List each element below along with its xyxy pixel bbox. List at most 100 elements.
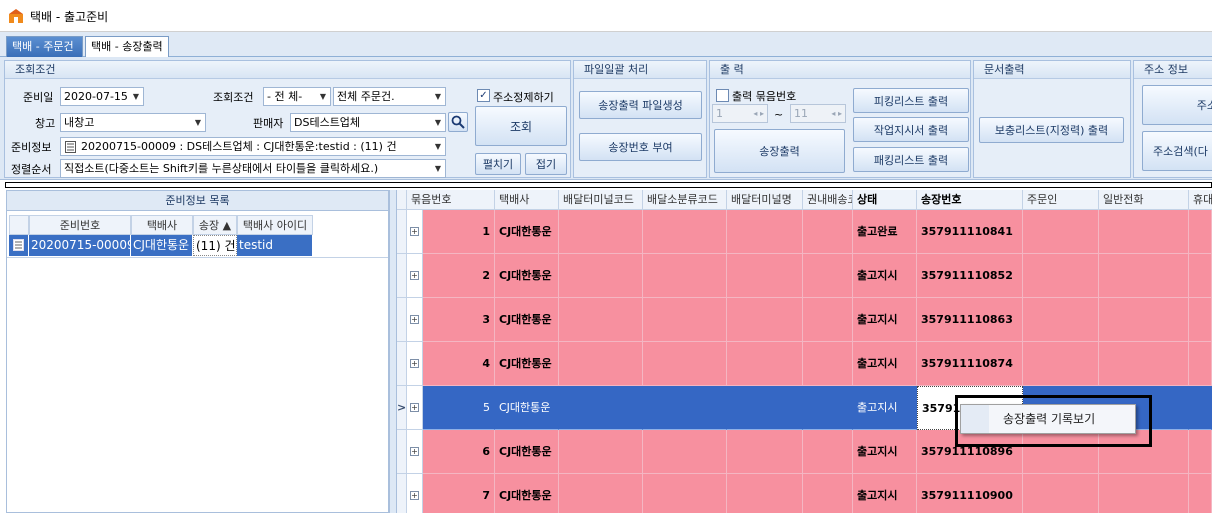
cell-mobile[interactable] bbox=[1189, 254, 1212, 298]
cell-bundle[interactable]: 2 bbox=[423, 254, 495, 298]
cell-subclass-code[interactable] bbox=[643, 254, 727, 298]
cell-area-code[interactable] bbox=[803, 210, 853, 254]
cell-subclass-code[interactable] bbox=[643, 210, 727, 254]
cell-orderer[interactable] bbox=[1023, 298, 1099, 342]
expand-row-button[interactable]: + bbox=[407, 210, 423, 254]
collapse-button[interactable]: 접기 bbox=[525, 153, 567, 175]
current-row-indicator[interactable]: > bbox=[397, 386, 407, 430]
range-from-input[interactable]: 1 ◂ ▸ bbox=[712, 104, 768, 123]
bundle-checkbox[interactable] bbox=[716, 89, 729, 102]
cell-bundle[interactable]: 1 bbox=[423, 210, 495, 254]
cell-invoice[interactable]: 357911110841 bbox=[917, 210, 1023, 254]
column-count[interactable]: 송장 ▲ bbox=[193, 215, 237, 235]
address-search-button[interactable]: 주소검색(다 bbox=[1142, 131, 1212, 171]
cell-courier[interactable]: CJ대한통운 bbox=[495, 254, 559, 298]
cell-area-code[interactable] bbox=[803, 254, 853, 298]
assign-invoice-button[interactable]: 송장번호 부여 bbox=[579, 133, 702, 161]
cell-bundle[interactable]: 3 bbox=[423, 298, 495, 342]
cell-area-code[interactable] bbox=[803, 430, 853, 474]
cell-status[interactable]: 출고완료 bbox=[853, 210, 917, 254]
row-indicator[interactable] bbox=[397, 254, 407, 298]
column-invoice-no[interactable]: 송장번호 bbox=[917, 190, 1023, 210]
cell-courier[interactable]: CJ대한통운 bbox=[495, 298, 559, 342]
table-row[interactable]: + 1 CJ대한통운 출고완료 357911110841 bbox=[397, 210, 1212, 254]
column-terminal-name[interactable]: 배달터미널명 bbox=[727, 190, 803, 210]
column-courier-id[interactable]: 택배사 아이디 bbox=[237, 215, 313, 235]
column-mobile[interactable]: 휴대 bbox=[1189, 190, 1212, 210]
expand-row-button[interactable]: + bbox=[407, 342, 423, 386]
cell-terminal-name[interactable] bbox=[727, 430, 803, 474]
table-row[interactable]: + 2 CJ대한통운 출고지시 357911110852 bbox=[397, 254, 1212, 298]
cell-terminal-name[interactable] bbox=[727, 342, 803, 386]
cell-orderer[interactable] bbox=[1023, 474, 1099, 513]
column-terminal-code[interactable]: 배달터미널코드 bbox=[559, 190, 643, 210]
table-row[interactable]: + 4 CJ대한통운 출고지시 357911110874 bbox=[397, 342, 1212, 386]
cell-status[interactable]: 출고지시 bbox=[853, 342, 917, 386]
cell-bundle[interactable]: 5 bbox=[423, 386, 495, 430]
row-indicator[interactable] bbox=[9, 235, 29, 256]
expand-row-button[interactable]: + bbox=[407, 298, 423, 342]
cell-status[interactable]: 출고지시 bbox=[853, 474, 917, 513]
work-order-button[interactable]: 작업지시서 출력 bbox=[853, 117, 969, 142]
row-indicator[interactable] bbox=[397, 342, 407, 386]
cell-status[interactable]: 출고지시 bbox=[853, 430, 917, 474]
condition-select[interactable]: - 전 체- ▼ bbox=[263, 87, 331, 106]
generate-file-button[interactable]: 송장출력 파일생성 bbox=[579, 91, 702, 119]
cell-courier[interactable]: CJ대한통운 bbox=[131, 235, 193, 256]
cell-terminal-code[interactable] bbox=[559, 254, 643, 298]
range-to-input[interactable]: 11 ◂ ▸ bbox=[790, 104, 846, 123]
table-row[interactable]: + 3 CJ대한통운 출고지시 357911110863 bbox=[397, 298, 1212, 342]
cell-status[interactable]: 출고지시 bbox=[853, 254, 917, 298]
cell-terminal-name[interactable] bbox=[727, 386, 803, 430]
column-bundle-no[interactable]: 묶음번호 bbox=[407, 190, 495, 210]
cell-terminal-name[interactable] bbox=[727, 474, 803, 513]
cell-phone[interactable] bbox=[1099, 342, 1189, 386]
address-button[interactable]: 주소 bbox=[1142, 85, 1212, 125]
cell-terminal-name[interactable] bbox=[727, 298, 803, 342]
cell-prep-no[interactable]: 20200715-00009 bbox=[29, 235, 131, 256]
cell-area-code[interactable] bbox=[803, 386, 853, 430]
column-subclass-code[interactable]: 배달소분류코드 bbox=[643, 190, 727, 210]
column-courier[interactable]: 택배사 bbox=[131, 215, 193, 235]
cell-terminal-code[interactable] bbox=[559, 342, 643, 386]
cell-invoice[interactable]: 357911110900 bbox=[917, 474, 1023, 513]
cell-orderer[interactable] bbox=[1023, 210, 1099, 254]
cell-phone[interactable] bbox=[1099, 474, 1189, 513]
search-button[interactable]: 조회 bbox=[475, 106, 567, 146]
cell-courier-id[interactable]: testid bbox=[237, 235, 313, 256]
print-invoice-button[interactable]: 송장출력 bbox=[714, 129, 845, 173]
cell-terminal-code[interactable] bbox=[559, 298, 643, 342]
column-area-code[interactable]: 권내배송코드 bbox=[803, 190, 853, 210]
expand-row-button[interactable]: + bbox=[407, 386, 423, 430]
cell-mobile[interactable] bbox=[1189, 342, 1212, 386]
panel-splitter[interactable] bbox=[389, 190, 397, 513]
context-menu-item-invoice-history[interactable]: 송장출력 기록보기 bbox=[989, 405, 1135, 433]
expand-row-button[interactable]: + bbox=[407, 474, 423, 513]
cell-status[interactable]: 출고지시 bbox=[853, 386, 917, 430]
sort-select[interactable]: 직접소트(다중소트는 Shift키를 누른상태에서 타이틀을 클릭하세요.) ▼ bbox=[60, 159, 446, 178]
row-indicator[interactable] bbox=[397, 430, 407, 474]
cell-terminal-code[interactable] bbox=[559, 210, 643, 254]
info-select[interactable]: 20200715-00009 : DS테스트업체 : CJ대한통운:testid… bbox=[60, 137, 446, 156]
cell-mobile[interactable] bbox=[1189, 298, 1212, 342]
cell-status[interactable]: 출고지시 bbox=[853, 298, 917, 342]
address-clean-checkbox[interactable]: ✓ bbox=[477, 89, 490, 102]
expand-row-button[interactable]: + bbox=[407, 254, 423, 298]
cell-terminal-name[interactable] bbox=[727, 210, 803, 254]
cell-mobile[interactable] bbox=[1189, 386, 1212, 430]
supplement-list-button[interactable]: 보충리스트(지정력) 출력 bbox=[979, 117, 1124, 143]
picking-list-button[interactable]: 피킹리스트 출력 bbox=[853, 88, 969, 113]
cell-mobile[interactable] bbox=[1189, 474, 1212, 513]
cell-terminal-code[interactable] bbox=[559, 430, 643, 474]
row-indicator[interactable] bbox=[397, 298, 407, 342]
cell-invoice[interactable]: 357911110874 bbox=[917, 342, 1023, 386]
cell-area-code[interactable] bbox=[803, 342, 853, 386]
expand-row-button[interactable]: + bbox=[407, 430, 423, 474]
cell-subclass-code[interactable] bbox=[643, 474, 727, 513]
cell-bundle[interactable]: 4 bbox=[423, 342, 495, 386]
cell-terminal-name[interactable] bbox=[727, 254, 803, 298]
cell-area-code[interactable] bbox=[803, 474, 853, 513]
expand-button[interactable]: 펼치기 bbox=[475, 153, 521, 175]
column-prep-no[interactable]: 준비번호 bbox=[29, 215, 131, 235]
cell-courier[interactable]: CJ대한통운 bbox=[495, 386, 559, 430]
